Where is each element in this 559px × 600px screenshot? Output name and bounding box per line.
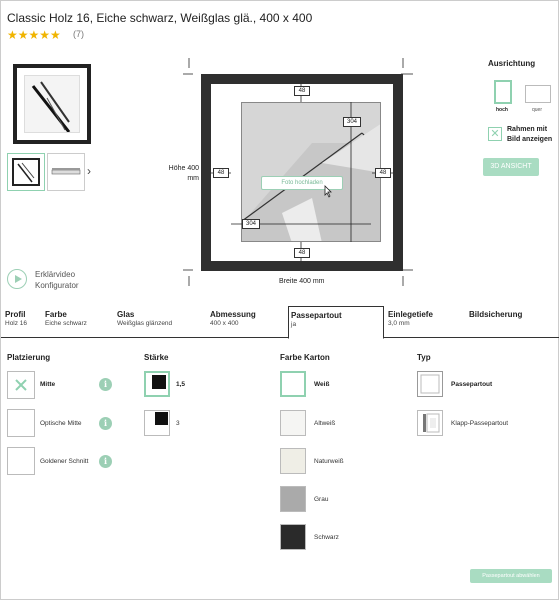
tab-glas[interactable]: Glas Weißglas glänzend — [115, 306, 203, 338]
tab-value: Holz 16 — [5, 320, 28, 327]
tab-passepartout[interactable]: Passepartout ja — [288, 306, 384, 339]
orientation-landscape-label: quer — [532, 107, 543, 113]
thickness-label-3: 3 — [176, 420, 180, 427]
rating-stars: ★★★★★ — [7, 28, 61, 42]
chevron-right-icon[interactable]: › — [87, 164, 91, 178]
video-label-line2: Konfigurator — [35, 281, 79, 290]
tab-farbe[interactable]: Farbe Eiche schwarz — [43, 306, 111, 338]
thickness-option-3[interactable] — [144, 410, 170, 436]
placement-label-optische-mitte: Optische Mitte — [40, 420, 82, 427]
placement-label-mitte: Mitte — [40, 381, 56, 388]
thumbnail-profile[interactable] — [47, 153, 85, 191]
height-label: Höhe 400 mm — [165, 164, 199, 184]
placement-option-mitte[interactable] — [7, 371, 35, 399]
tab-bildsicherung[interactable]: Bildsicherung — [467, 306, 547, 338]
color-option-weiss[interactable] — [280, 371, 306, 397]
height-label-line2: mm — [187, 175, 199, 182]
width-label: Breite 400 mm — [279, 278, 325, 285]
thickness-title: Stärke — [144, 353, 169, 362]
play-icon[interactable] — [7, 269, 27, 289]
tab-title: Passepartout — [291, 311, 342, 320]
tab-value: ja — [291, 321, 297, 328]
tab-title: Abmessung — [210, 310, 256, 319]
color-title: Farbe Karton — [280, 353, 330, 362]
tab-title: Einlegetiefe — [388, 310, 433, 319]
rating-count[interactable]: (7) — [73, 29, 84, 39]
tab-abmessung[interactable]: Abmessung 400 x 400 — [208, 306, 280, 338]
tab-einlegetiefe[interactable]: Einlegetiefe 3,0 mm — [386, 306, 458, 338]
show-frame-label: Rahmen mit Bild anzeigen — [507, 126, 553, 143]
color-label-schwarz: Schwarz — [314, 534, 339, 541]
tab-title: Bildsicherung — [469, 310, 523, 319]
tab-profil[interactable]: Profil Holz 16 — [3, 306, 41, 338]
color-label-altweiss: Altweiß — [314, 420, 336, 427]
type-label-klapp: Klapp-Passepartout — [451, 420, 509, 427]
selected-x-icon — [15, 379, 27, 391]
color-option-grau[interactable] — [280, 486, 306, 512]
type-option-klapp[interactable] — [417, 410, 443, 436]
orientation-landscape-button[interactable] — [525, 85, 551, 103]
placement-option-goldener-schnitt[interactable] — [7, 447, 35, 475]
config-tabs: Profil Holz 16 Farbe Eiche schwarz Glas … — [1, 306, 559, 339]
tab-title: Glas — [117, 310, 135, 319]
dim-inner-width: 304 — [242, 219, 260, 229]
color-option-altweiss[interactable] — [280, 410, 306, 436]
deselect-passepartout-button[interactable]: Passepartout abwählen — [470, 569, 552, 583]
placement-option-optische-mitte[interactable] — [7, 409, 35, 437]
product-title: Classic Holz 16, Eiche schwarz, Weißglas… — [7, 11, 313, 25]
type-label-passepartout: Passepartout — [451, 381, 493, 388]
color-option-naturweiss[interactable] — [280, 448, 306, 474]
video-label-line1: Erklärvideo — [35, 270, 76, 279]
tab-value: 400 x 400 — [210, 320, 239, 327]
3d-view-button[interactable]: 3D ANSICHT — [483, 158, 539, 176]
tab-value: Eiche schwarz — [45, 320, 87, 327]
info-icon[interactable]: i — [99, 417, 112, 430]
type-title: Typ — [417, 353, 431, 362]
orientation-title: Ausrichtung — [488, 59, 536, 68]
thickness-option-1-5[interactable] — [144, 371, 170, 397]
thumbnail-front[interactable] — [7, 153, 45, 191]
dim-bottom: 48 — [294, 248, 310, 258]
tab-value: 3,0 mm — [388, 320, 410, 327]
info-icon[interactable]: i — [99, 455, 112, 468]
placement-label-goldener-schnitt: Goldener Schnitt — [40, 458, 89, 465]
color-label-naturweiss: Naturweiß — [314, 458, 344, 465]
tab-title: Profil — [5, 310, 26, 319]
color-option-schwarz[interactable] — [280, 524, 306, 550]
tab-value: Weißglas glänzend — [117, 320, 173, 327]
orientation-portrait-button[interactable] — [494, 80, 512, 104]
color-label-weiss: Weiß — [314, 381, 330, 388]
tab-title: Farbe — [45, 310, 67, 319]
placement-title: Platzierung — [7, 353, 51, 362]
dim-top: 48 — [294, 86, 310, 96]
orientation-portrait-label: hoch — [496, 107, 508, 113]
height-label-line1: Höhe 400 — [168, 165, 199, 172]
dim-right: 48 — [375, 168, 391, 178]
info-icon[interactable]: i — [99, 378, 112, 391]
dim-left: 48 — [213, 168, 229, 178]
dimension-lines — [211, 84, 393, 261]
product-image — [13, 64, 91, 144]
thickness-label-1-5: 1,5 — [176, 381, 186, 388]
type-option-passepartout[interactable] — [417, 371, 443, 397]
show-frame-checkbox[interactable]: ✕ — [488, 127, 502, 141]
dim-inner-height: 304 — [343, 117, 361, 127]
video-link[interactable]: Erklärvideo Konfigurator — [35, 269, 95, 291]
cursor-icon — [324, 185, 332, 198]
color-label-grau: Grau — [314, 496, 329, 503]
